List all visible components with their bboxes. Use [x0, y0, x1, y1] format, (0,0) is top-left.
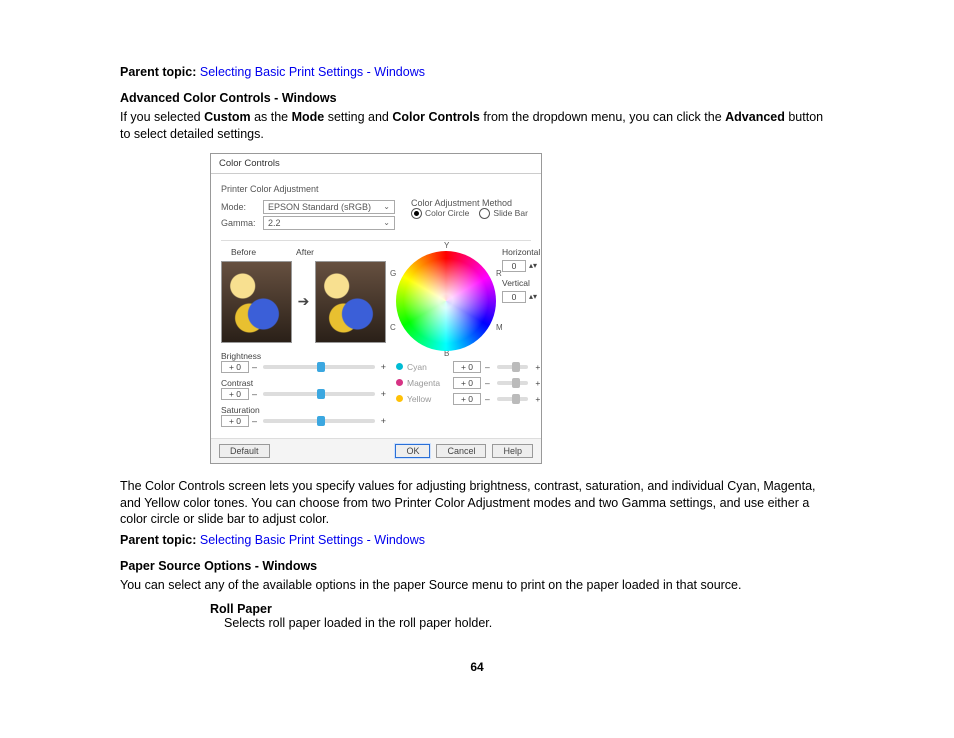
parent-topic-line-2: Parent topic: Selecting Basic Print Sett… [120, 532, 834, 549]
gamma-label: Gamma: [221, 218, 257, 228]
brightness-label: Brightness [221, 351, 386, 361]
cyan-spinner[interactable]: + 0 [453, 361, 481, 373]
color-wheel[interactable] [396, 251, 496, 351]
color-controls-dialog: Color Controls Printer Color Adjustment … [210, 153, 542, 464]
brightness-spinner[interactable]: + 0 [221, 361, 249, 373]
color-adj-method-label: Color Adjustment Method [411, 198, 531, 208]
roll-paper-def: Selects roll paper loaded in the roll pa… [224, 616, 834, 630]
before-label: Before [231, 247, 256, 257]
cyan-dot-icon [396, 363, 403, 370]
section-heading-advanced-color: Advanced Color Controls - Windows [120, 91, 834, 105]
after-thumbnail [315, 261, 386, 343]
chevron-down-icon: ⌄ [383, 202, 390, 211]
wheel-label-r: R [496, 269, 502, 278]
horizontal-label: Horizontal [502, 247, 540, 257]
help-button[interactable]: Help [492, 444, 533, 458]
saturation-spinner[interactable]: + 0 [221, 415, 249, 427]
advanced-intro-para: If you selected Custom as the Mode setti… [120, 109, 834, 143]
brightness-slider[interactable] [263, 365, 375, 369]
wheel-label-g: G [390, 269, 396, 278]
section-heading-paper-source: Paper Source Options - Windows [120, 559, 834, 573]
paper-source-intro: You can select any of the available opti… [120, 577, 834, 594]
mode-label: Mode: [221, 202, 257, 212]
saturation-slider[interactable] [263, 419, 375, 423]
saturation-label: Saturation [221, 405, 386, 415]
after-label: After [296, 247, 314, 257]
yellow-dot-icon [396, 395, 403, 402]
parent-topic-link-2[interactable]: Selecting Basic Print Settings - Windows [200, 533, 425, 547]
vertical-label: Vertical [502, 278, 540, 288]
magenta-spinner[interactable]: + 0 [453, 377, 481, 389]
before-thumbnail [221, 261, 292, 343]
cyan-label: Cyan [407, 362, 449, 372]
stepper-icon[interactable]: ▴▾ [529, 261, 537, 270]
printer-color-adjustment-label: Printer Color Adjustment [221, 184, 531, 194]
wheel-label-c: C [390, 323, 396, 332]
magenta-dot-icon [396, 379, 403, 386]
yellow-spinner[interactable]: + 0 [453, 393, 481, 405]
magenta-label: Magenta [407, 378, 449, 388]
parent-topic-line: Parent topic: Selecting Basic Print Sett… [120, 64, 834, 81]
mode-select[interactable]: EPSON Standard (sRGB)⌄ [263, 200, 395, 214]
radio-slide-bar[interactable]: Slide Bar [479, 208, 528, 219]
contrast-slider[interactable] [263, 392, 375, 396]
wheel-label-m: M [496, 323, 503, 332]
dialog-title: Color Controls [211, 154, 541, 174]
magenta-slider[interactable] [497, 381, 529, 385]
radio-color-circle[interactable]: Color Circle [411, 208, 469, 219]
wheel-label-y: Y [444, 241, 449, 250]
stepper-icon[interactable]: ▴▾ [529, 292, 537, 301]
parent-topic-label: Parent topic: [120, 533, 196, 547]
contrast-label: Contrast [221, 378, 386, 388]
cancel-button[interactable]: Cancel [436, 444, 486, 458]
page-number: 64 [120, 660, 834, 674]
default-button[interactable]: Default [219, 444, 270, 458]
yellow-label: Yellow [407, 394, 449, 404]
parent-topic-link-1[interactable]: Selecting Basic Print Settings - Windows [200, 65, 425, 79]
vertical-spinner[interactable]: 0 [502, 291, 526, 303]
contrast-spinner[interactable]: + 0 [221, 388, 249, 400]
yellow-slider[interactable] [497, 397, 529, 401]
arrow-right-icon: ➔ [298, 293, 310, 310]
chevron-down-icon: ⌄ [383, 218, 390, 227]
cyan-slider[interactable] [497, 365, 529, 369]
roll-paper-term: Roll Paper [210, 602, 834, 616]
parent-topic-label: Parent topic: [120, 65, 196, 79]
horizontal-spinner[interactable]: 0 [502, 260, 526, 272]
gamma-select[interactable]: 2.2⌄ [263, 216, 395, 230]
ok-button[interactable]: OK [395, 444, 430, 458]
color-controls-description: The Color Controls screen lets you speci… [120, 478, 834, 529]
